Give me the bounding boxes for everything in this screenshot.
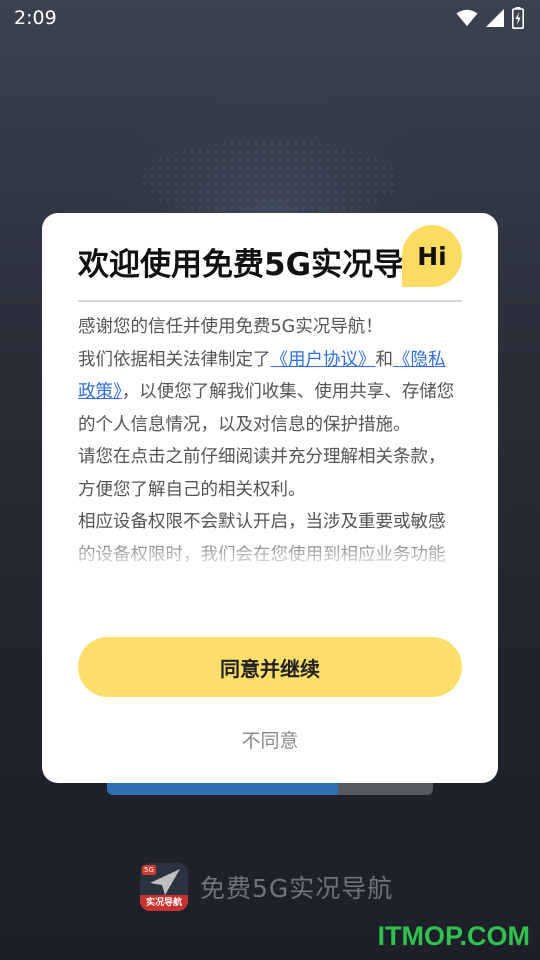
background-dots xyxy=(140,140,400,220)
status-bar: 2:09 xyxy=(0,0,540,36)
policy-text-prefix: 我们依据相关法律制定了 xyxy=(78,349,271,370)
body-paragraph-intro: 感谢您的信任并使用免费5G实况导航！ xyxy=(78,317,383,337)
logo-band-text: 实况导航 xyxy=(140,895,188,911)
body-paragraph-read: 请您在点击之前仔细阅读并充分理解相关条款，方便您了解自己的相关权利。 xyxy=(78,447,446,500)
battery-charging-icon xyxy=(512,7,524,29)
policy-text-and: 和 xyxy=(375,349,394,370)
status-time: 2:09 xyxy=(14,7,57,29)
wifi-icon xyxy=(456,9,478,27)
dialog-title: 欢迎使用免费5G实况导航 xyxy=(78,247,408,283)
body-fade-overlay xyxy=(78,533,462,593)
disagree-button[interactable]: 不同意 xyxy=(78,723,462,759)
app-name: 免费5G实况导航 xyxy=(200,874,394,903)
logo-5g-badge: 5G xyxy=(142,865,156,875)
app-logo: 5G 实况导航 xyxy=(140,863,188,911)
status-icons xyxy=(456,7,524,29)
signal-icon xyxy=(486,9,504,27)
privacy-dialog: 欢迎使用免费5G实况导航 Hi 感谢您的信任并使用免费5G实况导航！ 我们依据相… xyxy=(42,213,498,783)
watermark: ITMOP.COM xyxy=(377,921,530,951)
policy-text-suffix: ，以便您了解我们收集、使用共享、存储您的个人信息情况，以及对信息的保护措施。 xyxy=(78,382,455,435)
title-divider xyxy=(78,300,462,302)
agree-continue-button[interactable]: 同意并继续 xyxy=(78,637,462,697)
user-agreement-link[interactable]: 《用户协议》 xyxy=(271,350,376,370)
hi-badge: Hi xyxy=(402,225,462,287)
body-paragraph-policy: 我们依据相关法律制定了《用户协议》和《隐私政策》，以便您了解我们收集、使用共享、… xyxy=(78,344,462,442)
app-brand: 5G 实况导航 免费5G实况导航 xyxy=(140,863,393,911)
